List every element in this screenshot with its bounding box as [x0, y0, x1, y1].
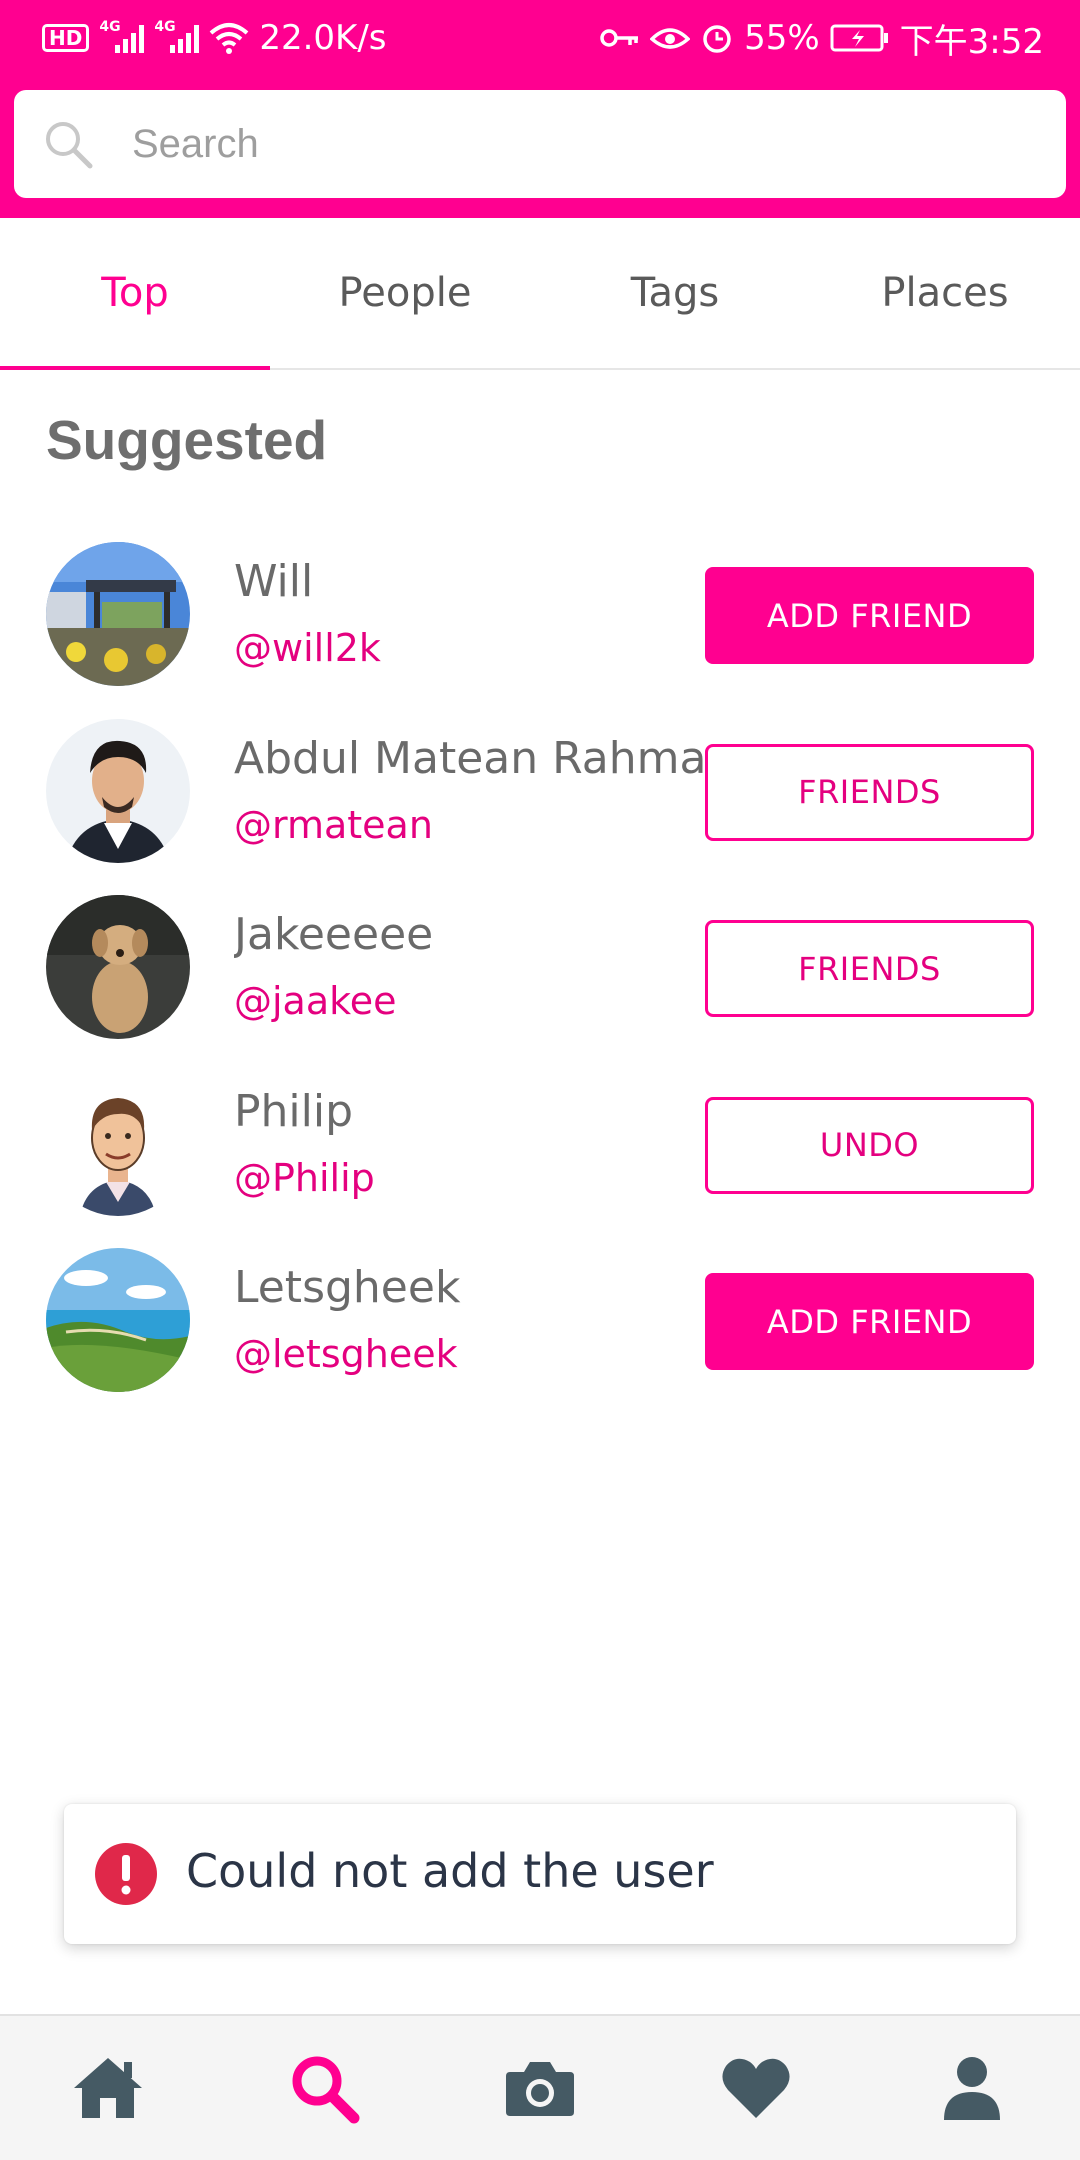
search-input[interactable]: [132, 114, 1032, 174]
key-icon: [600, 26, 640, 50]
battery-charging-icon: [830, 23, 890, 53]
heart-icon: [722, 2058, 790, 2118]
search-tabs: Top People Tags Places: [0, 218, 1080, 370]
nav-camera[interactable]: [432, 2016, 648, 2160]
avatar[interactable]: [46, 895, 190, 1039]
avatar[interactable]: [46, 718, 190, 863]
network-speed: 22.0K/s: [259, 18, 387, 58]
eye-icon: [650, 23, 691, 53]
user-handle[interactable]: @rmatean: [234, 803, 433, 847]
user-handle[interactable]: @jaakee: [234, 979, 397, 1023]
friends-button[interactable]: FRIENDS: [705, 743, 1034, 841]
friends-button[interactable]: FRIENDS: [705, 920, 1034, 1017]
user-handle[interactable]: @letsgheek: [234, 1332, 458, 1376]
user-name: Letsgheek: [234, 1262, 461, 1313]
search-bar[interactable]: [14, 90, 1066, 198]
cell-signal-icon-2: 4G: [154, 19, 200, 53]
section-title-suggested: Suggested: [46, 409, 328, 471]
avatar[interactable]: [46, 1248, 190, 1392]
list-item: Philip @Philip UNDO: [0, 1071, 1080, 1249]
clock: 下午3:52: [899, 21, 1044, 62]
alarm-icon: [700, 21, 734, 55]
tab-places[interactable]: Places: [810, 218, 1080, 368]
undo-button[interactable]: UNDO: [705, 1096, 1034, 1194]
cell-signal-icon: 4G: [99, 19, 145, 53]
avatar[interactable]: [46, 542, 190, 686]
status-bar: HD 4G 4G 22.0K/s 55% 下午3:52: [0, 0, 1080, 76]
camera-icon: [506, 2062, 574, 2116]
nav-home[interactable]: [0, 2016, 216, 2160]
user-name: Jakeeeee: [234, 909, 434, 960]
tab-top[interactable]: Top: [0, 218, 270, 370]
add-friend-button[interactable]: ADD FRIEND: [705, 1273, 1034, 1370]
search-icon: [46, 122, 93, 169]
list-item: Abdul Matean Rahman @rmatean FRIENDS: [0, 718, 1080, 896]
home-icon: [74, 2058, 142, 2118]
battery-percent: 55%: [744, 18, 820, 58]
suggested-user-list: Will @will2k ADD FRIEND Abdul Matean Rah…: [0, 542, 1080, 1425]
hd-badge: HD: [42, 24, 90, 52]
user-name: Philip: [234, 1085, 354, 1137]
list-item: Will @will2k ADD FRIEND: [0, 542, 1080, 719]
user-name: Will: [234, 556, 314, 607]
user-handle[interactable]: @Philip: [234, 1156, 375, 1200]
add-friend-button[interactable]: ADD FRIEND: [705, 567, 1034, 664]
wifi-icon: [209, 21, 249, 55]
error-icon: [95, 1843, 157, 1905]
user-handle[interactable]: @will2k: [234, 626, 381, 670]
error-toast: Could not add the user: [64, 1804, 1016, 1944]
profile-icon: [944, 2057, 1000, 2120]
list-item: Jakeeeee @jaakee FRIENDS: [0, 895, 1080, 1072]
nav-activity[interactable]: [648, 2016, 864, 2160]
tab-tags[interactable]: Tags: [540, 218, 810, 368]
toast-message: Could not add the user: [186, 1844, 714, 1898]
tab-people[interactable]: People: [270, 218, 540, 368]
user-name: Abdul Matean Rahman: [234, 732, 704, 784]
app-header: HD 4G 4G 22.0K/s 55% 下午3:52 Search: [0, 0, 1080, 218]
bottom-navigation: [0, 2014, 1080, 2160]
search-icon: [292, 2056, 360, 2124]
avatar[interactable]: [46, 1071, 190, 1216]
list-item: Letsgheek @letsgheek ADD FRIEND: [0, 1248, 1080, 1425]
nav-profile[interactable]: [864, 2016, 1080, 2160]
nav-search[interactable]: [216, 2016, 432, 2160]
